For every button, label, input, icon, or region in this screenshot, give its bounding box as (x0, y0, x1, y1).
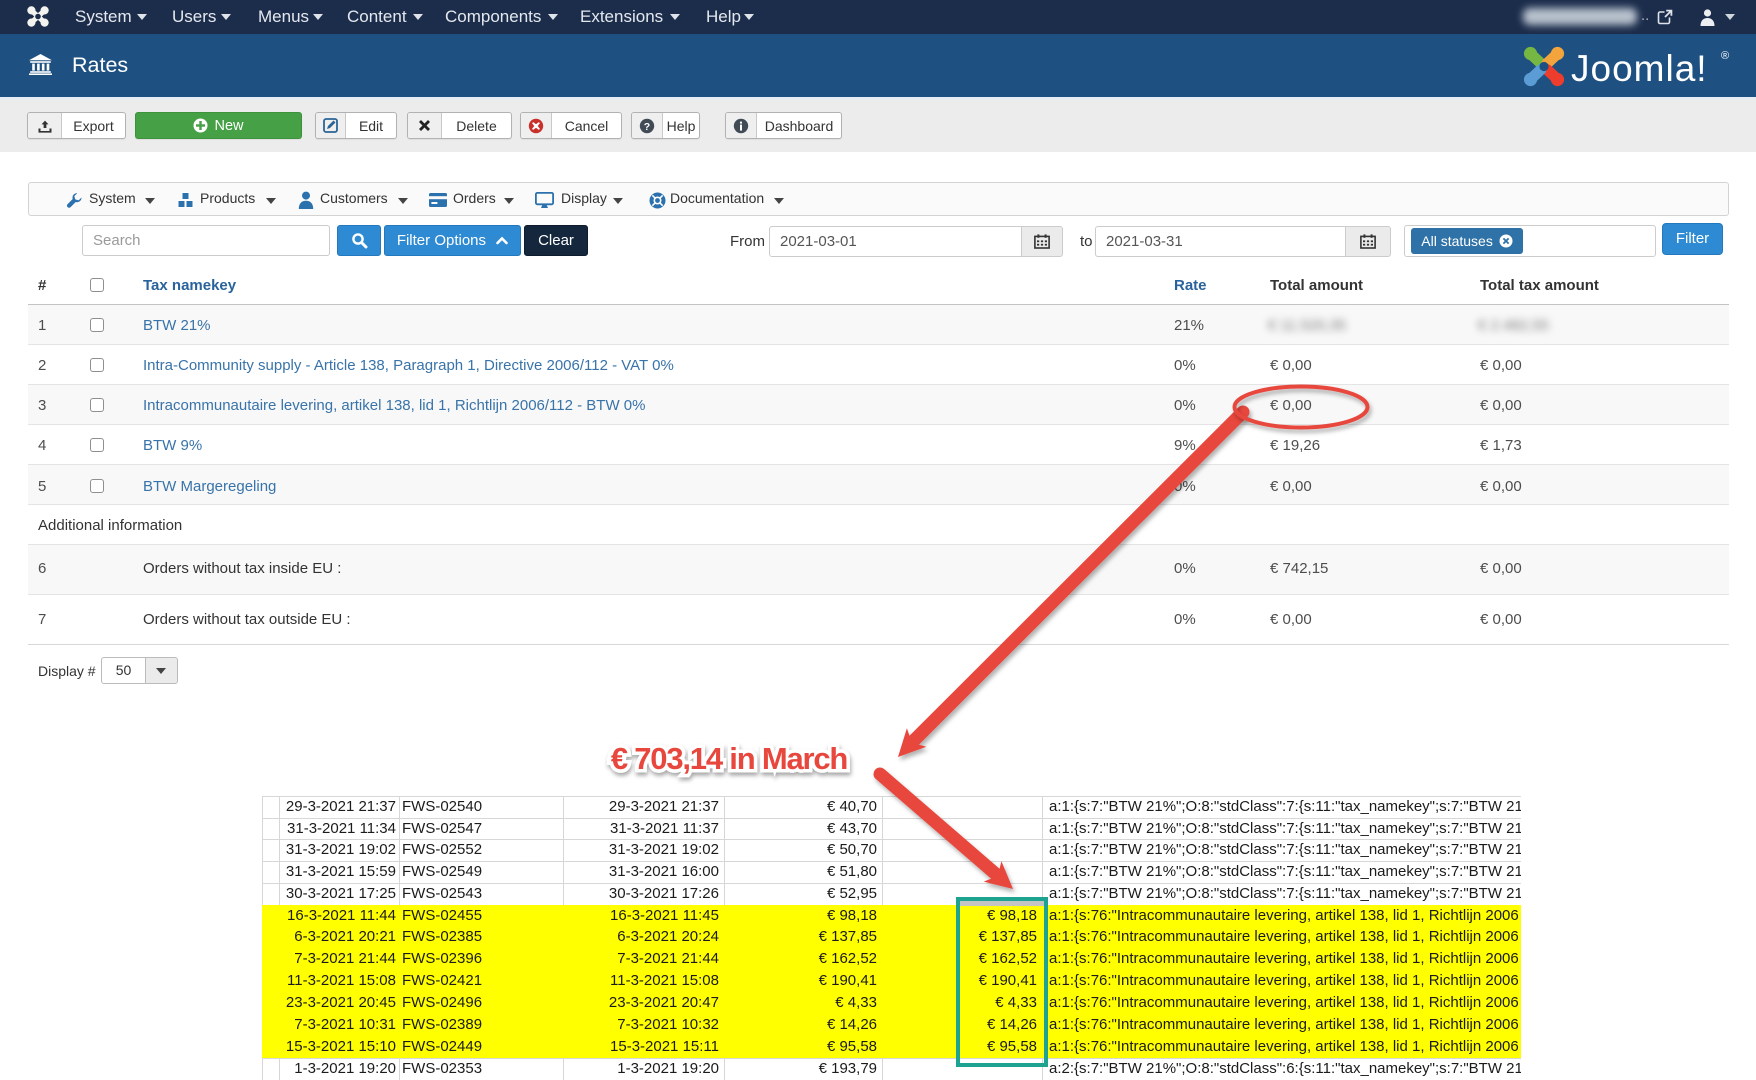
svg-text:?: ? (644, 121, 650, 133)
svg-text:€ 703,14 in March: € 703,14 in March (611, 741, 848, 776)
